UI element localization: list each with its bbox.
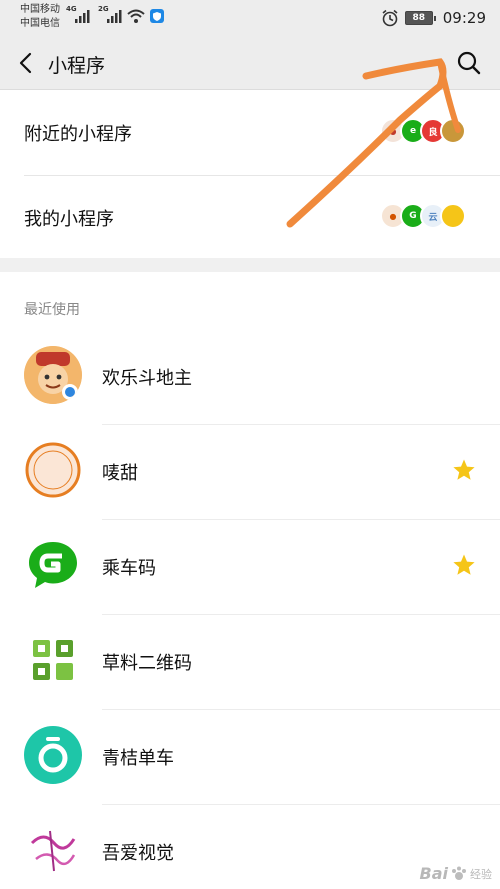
list-item[interactable]: 唛甜	[0, 425, 500, 520]
page-title: 小程序	[48, 55, 106, 77]
doudizhu-avatar-icon	[24, 346, 82, 404]
recent-section-header: 最近使用	[24, 302, 80, 318]
app-name: 乘车码	[102, 558, 156, 579]
list-item[interactable]: 乘车码	[0, 520, 500, 615]
status-bar: 中国移动 中国电信 4G 2G 88 09:29	[0, 0, 500, 38]
nearby-label: 附近的小程序	[24, 124, 132, 145]
carrier-labels: 中国移动 中国电信	[20, 3, 60, 31]
mini-avatar-icon	[440, 118, 466, 144]
clock: 09:29	[442, 9, 486, 27]
app-name: 唛甜	[102, 463, 138, 484]
back-button[interactable]	[12, 50, 38, 76]
qrcode-icon	[33, 640, 73, 680]
huanle-doudizhu-icon	[24, 346, 82, 404]
list-item[interactable]: 欢乐斗地主	[0, 330, 500, 425]
search-icon[interactable]	[456, 50, 482, 76]
qingju-bike-icon	[24, 726, 82, 784]
chengchema-icon	[24, 536, 82, 594]
my-label: 我的小程序	[24, 209, 114, 230]
qingju-logo-icon	[38, 737, 68, 773]
caoliao-qrcode-icon	[24, 631, 82, 689]
signal-2-icon	[107, 10, 122, 23]
nav-bar: 小程序	[0, 38, 500, 90]
carrier-1: 中国移动	[20, 4, 60, 15]
status-right: 88 09:29	[381, 8, 486, 28]
star-icon[interactable]	[452, 458, 476, 482]
paw-icon	[452, 866, 466, 880]
section-gap	[0, 258, 500, 272]
nearby-icon-stack: ● e 良	[380, 118, 466, 144]
nearby-mini-programs-row[interactable]: 附近的小程序 ● e 良	[0, 91, 500, 175]
app-name: 草料二维码	[102, 653, 192, 674]
maitian-logo-icon	[25, 442, 81, 498]
mini-yellow-icon	[440, 203, 466, 229]
my-icon-stack: ● G 云	[380, 203, 466, 229]
maitian-icon	[24, 441, 82, 499]
carrier-2: 中国电信	[20, 18, 60, 29]
watermark: Bai 经验	[420, 864, 492, 883]
chevron-left-icon	[19, 52, 32, 74]
list-item[interactable]: 草料二维码	[0, 615, 500, 710]
wifi-icon	[127, 9, 145, 23]
app-name: 欢乐斗地主	[102, 368, 192, 389]
wuai-shijue-icon	[24, 821, 82, 879]
shield-icon	[150, 9, 164, 23]
battery-indicator: 88	[404, 11, 436, 25]
alarm-icon	[382, 9, 398, 27]
signal-1-icon	[75, 10, 90, 23]
list-item[interactable]: 青桔单车	[0, 710, 500, 805]
my-mini-programs-row[interactable]: 我的小程序 ● G 云	[0, 176, 500, 260]
bus-code-logo-icon	[29, 542, 77, 588]
watermark-brand: Bai	[419, 864, 448, 883]
star-icon[interactable]	[452, 553, 476, 577]
app-name: 青桔单车	[102, 748, 174, 769]
calligraphy-logo-icon	[30, 830, 76, 872]
watermark-sub: 经验	[470, 867, 492, 881]
app-name: 吾爱视觉	[102, 843, 174, 864]
